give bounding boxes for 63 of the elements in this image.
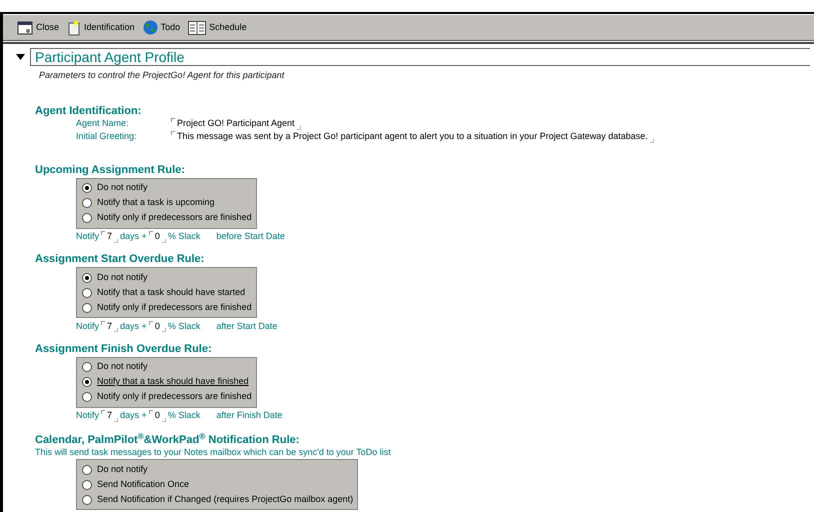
field-label: Initial Greeting:	[76, 130, 138, 144]
input-field[interactable]: 0	[148, 230, 166, 244]
input-field[interactable]: 0	[148, 409, 166, 423]
option-label[interactable]: Do not notify	[97, 462, 148, 476]
days-label: days +	[120, 230, 147, 244]
radio-button[interactable]	[82, 362, 92, 372]
window-icon	[17, 20, 33, 34]
notify-label: Notify	[76, 320, 100, 333]
option-label[interactable]: Notify only if predecessors are finished	[97, 211, 252, 225]
slack-label: % Slack	[168, 320, 200, 333]
option-label[interactable]: Notify only if predecessors are finished	[97, 390, 252, 404]
radio-button[interactable]	[82, 392, 92, 402]
input-field[interactable]: 7	[101, 320, 118, 334]
option-label[interactable]: Send Notification Once	[97, 478, 190, 492]
radio-button[interactable]	[82, 302, 92, 312]
notify-label: Notify	[76, 409, 100, 422]
slack-label: % Slack	[168, 230, 200, 244]
section-heading: Agent Identification:	[35, 104, 142, 118]
option-label[interactable]: Send Notification if Changed (requires ProjectGo mailbox agent)	[97, 492, 354, 506]
input-field[interactable]: 7	[101, 230, 118, 244]
notify-label: Notify	[76, 230, 100, 244]
section-heading: Upcoming Assignment Rule:	[35, 164, 186, 176]
timing-label: before Start Date	[216, 230, 285, 244]
days-label: days +	[120, 409, 147, 422]
section-subtitle: Parameters to control the ProjectGo! Agent for this participant	[38, 69, 286, 82]
radio-button[interactable]	[82, 494, 92, 504]
document-icon	[67, 20, 82, 36]
calendar-icon	[188, 20, 206, 34]
toolbar-button[interactable]: Close	[17, 20, 60, 34]
input-field[interactable]: This message was sent by a Project Go! participant agent to alert you to a situation in your Project Gateway database.	[171, 130, 654, 144]
field-label: Agent Name:	[76, 117, 130, 130]
radio-button[interactable]	[82, 480, 92, 490]
section-title: Participant Agent Profile	[30, 48, 810, 66]
section-heading: Calendar, PalmPilot$^{®}$&WorkPad$^{®}$ Notification Rule:	[35, 434, 300, 447]
input-field[interactable]: Project GO! Participant Agent	[171, 117, 301, 131]
radio-button[interactable]	[82, 213, 92, 223]
timing-label: after Start Date	[216, 320, 278, 333]
toolbar-button[interactable]: Schedule	[188, 20, 247, 34]
radio-button[interactable]	[82, 183, 92, 193]
radio-button[interactable]	[82, 272, 92, 282]
option-label[interactable]: Do not notify	[97, 360, 148, 374]
timing-label: after Finish Date	[216, 409, 282, 422]
toolbar-button[interactable]: Identification	[67, 20, 135, 36]
toolbar-button[interactable]: Todo	[142, 20, 180, 35]
radio-button[interactable]	[82, 198, 92, 208]
radio-button[interactable]	[82, 288, 92, 298]
input-field[interactable]: 7	[101, 409, 118, 423]
input-field[interactable]: 0	[148, 320, 166, 334]
section-heading: Assignment Start Overdue Rule:	[35, 253, 206, 266]
option-label[interactable]: Notify only if predecessors are finished	[97, 300, 252, 314]
radio-button[interactable]	[82, 464, 92, 474]
days-label: days +	[120, 320, 147, 333]
rule-note: This will send task messages to your Notes mailbox which can be sync'd to your ToDo list	[35, 447, 392, 458]
section-heading: Assignment Finish Overdue Rule:	[35, 342, 213, 356]
option-label[interactable]: Do not notify	[97, 181, 148, 195]
slack-label: % Slack	[168, 409, 200, 422]
option-label[interactable]: Do not notify	[97, 270, 148, 284]
option-label[interactable]: Notify that a task should have started	[97, 286, 246, 300]
option-label[interactable]: Notify that a task is upcoming	[97, 196, 215, 210]
radio-button[interactable]	[82, 377, 92, 387]
option-label[interactable]: Notify that a task should have finished	[97, 375, 249, 389]
globe-icon	[142, 20, 158, 35]
caret-icon[interactable]	[16, 54, 25, 60]
